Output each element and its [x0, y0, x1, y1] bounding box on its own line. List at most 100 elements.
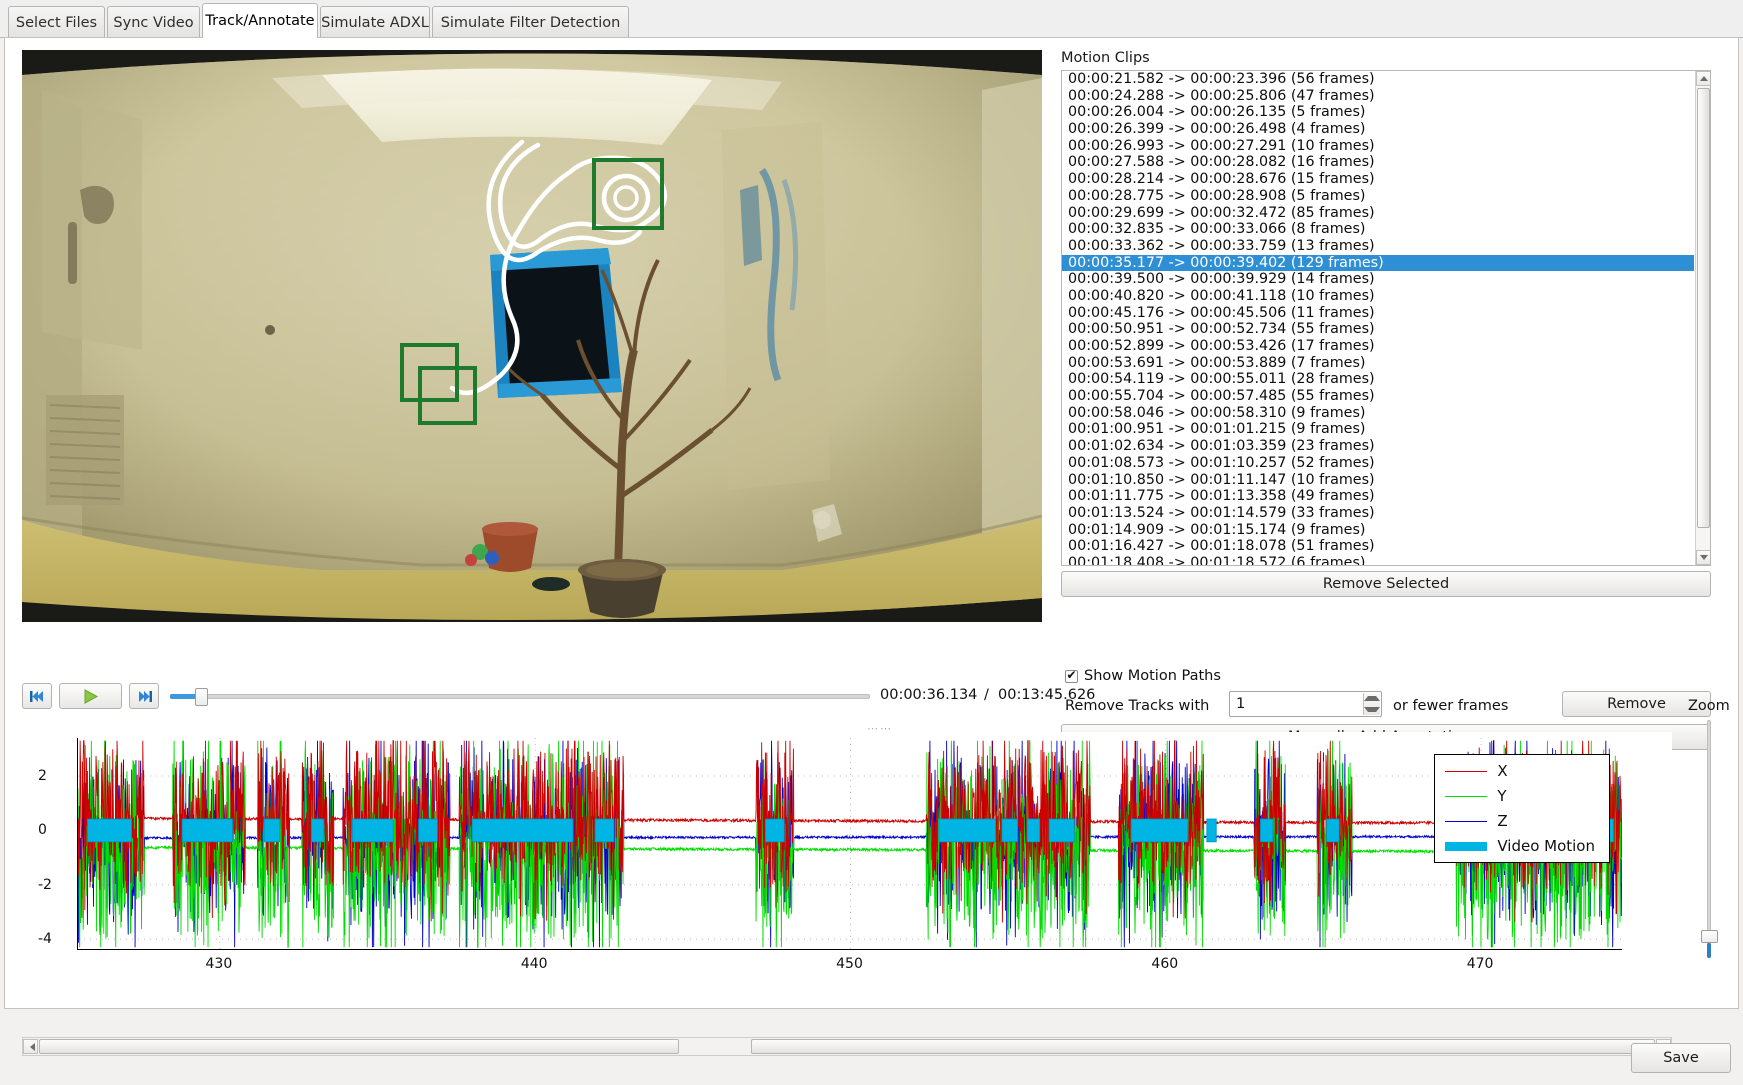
x-tick-label: 470	[1466, 956, 1494, 972]
motion-clip-item[interactable]: 00:01:16.427 -> 00:01:18.078 (51 frames)	[1062, 538, 1694, 555]
tab-simulate-adxl[interactable]: Simulate ADXL	[320, 6, 430, 38]
spinner-down-button[interactable]	[1364, 704, 1380, 715]
play-button[interactable]	[59, 683, 122, 709]
chevron-down-icon	[1364, 707, 1380, 712]
y-tick-mark	[77, 776, 78, 777]
acceleration-chart[interactable]: 2 0 -2 -4 430 440 450 460 470 X Y Z Vide…	[22, 732, 1672, 994]
motion-clip-item[interactable]: 00:00:26.993 -> 00:00:27.291 (10 frames)	[1062, 138, 1694, 155]
video-preview[interactable]	[22, 50, 1042, 622]
plot-area[interactable]	[77, 738, 1622, 950]
tab-label: Select Files	[15, 14, 98, 31]
motion-clip-item[interactable]: 00:01:10.850 -> 00:01:11.147 (10 frames)	[1062, 472, 1694, 489]
motion-clip-item[interactable]: 00:00:27.588 -> 00:00:28.082 (16 frames)	[1062, 154, 1694, 171]
motion-clip-item[interactable]: 00:00:32.835 -> 00:00:33.066 (8 frames)	[1062, 221, 1694, 238]
legend-item-z: Z	[1445, 812, 1595, 830]
motion-clip-item[interactable]: 00:00:29.699 -> 00:00:32.472 (85 frames)	[1062, 205, 1694, 222]
seek-bar-track[interactable]	[170, 694, 870, 699]
motion-clip-item[interactable]: 00:00:28.214 -> 00:00:28.676 (15 frames)	[1062, 171, 1694, 188]
motion-clip-item[interactable]: 00:00:58.046 -> 00:00:58.310 (9 frames)	[1062, 405, 1694, 422]
x-tick-label: 450	[836, 956, 863, 972]
button-label: Save	[1663, 1050, 1699, 1066]
video-frame	[22, 50, 1042, 622]
motion-clip-item[interactable]: 00:00:55.704 -> 00:00:57.485 (55 frames)	[1062, 388, 1694, 405]
x-tick-label: 430	[205, 956, 233, 972]
legend-label-y: Y	[1497, 787, 1507, 805]
save-button[interactable]: Save	[1631, 1043, 1731, 1073]
motion-clips-list[interactable]: 00:00:21.582 -> 00:00:23.396 (56 frames)…	[1061, 70, 1711, 566]
scroll-thumb[interactable]	[1697, 88, 1710, 528]
remove-selected-button[interactable]: Remove Selected	[1061, 571, 1711, 597]
zoom-label: Zoom	[1688, 698, 1730, 714]
motion-clip-item[interactable]: 00:00:35.177 -> 00:00:39.402 (129 frames…	[1062, 254, 1694, 272]
legend-item-video-motion: Video Motion	[1445, 837, 1595, 855]
frames-input[interactable]	[1230, 695, 1381, 713]
y-tick-mark	[77, 830, 78, 831]
tab-label: Simulate ADXL	[321, 14, 429, 31]
legend-swatch-y	[1445, 795, 1488, 797]
x-tick-mark	[1481, 949, 1482, 950]
skip-to-end-icon	[138, 690, 152, 702]
x-tick-mark	[535, 949, 536, 950]
motion-clip-item[interactable]: 00:01:14.909 -> 00:01:15.174 (9 frames)	[1062, 522, 1694, 539]
motion-clip-item[interactable]: 00:01:02.634 -> 00:01:03.359 (23 frames)	[1062, 438, 1694, 455]
motion-clip-item[interactable]: 00:01:13.524 -> 00:01:14.579 (33 frames)	[1062, 505, 1694, 522]
time-separator: /	[984, 687, 989, 703]
motion-clip-item[interactable]: 00:01:18.408 -> 00:01:18.572 (6 frames)	[1062, 555, 1694, 565]
y-tick-label: 0	[38, 822, 47, 839]
spinner-buttons[interactable]	[1363, 693, 1380, 715]
motion-clip-item[interactable]: 00:00:24.288 -> 00:00:25.806 (47 frames)	[1062, 88, 1694, 105]
motion-clip-item[interactable]: 00:00:28.775 -> 00:00:28.908 (5 frames)	[1062, 188, 1694, 205]
scroll-left-button[interactable]	[23, 1039, 38, 1054]
chevron-left-icon	[26, 1042, 35, 1051]
x-tick-label: 440	[520, 956, 548, 972]
h-scroll-thumb-right[interactable]	[751, 1039, 1655, 1054]
h-scroll-thumb-left[interactable]	[39, 1039, 679, 1054]
show-motion-paths-checkbox[interactable]	[1065, 668, 1078, 683]
spinner-up-button[interactable]	[1364, 693, 1380, 704]
button-label: Remove Selected	[1322, 576, 1450, 592]
motion-clip-item[interactable]: 00:00:52.899 -> 00:00:53.426 (17 frames)	[1062, 338, 1694, 355]
x-tick-label: 460	[1151, 956, 1179, 972]
or-fewer-frames-label: or fewer frames	[1393, 698, 1509, 714]
current-time-label: 00:00:36.134	[880, 687, 978, 703]
motion-clip-item[interactable]: 00:01:08.573 -> 00:01:10.257 (52 frames)	[1062, 455, 1694, 472]
tab-label: Sync Video	[113, 14, 194, 31]
tab-select-files[interactable]: Select Files	[8, 6, 105, 38]
tab-simulate-filter-detection[interactable]: Simulate Filter Detection	[432, 6, 629, 38]
tab-label: Simulate Filter Detection	[440, 14, 621, 31]
legend-swatch-video-motion	[1445, 841, 1488, 851]
motion-clip-item[interactable]: 00:00:45.176 -> 00:00:45.506 (11 frames)	[1062, 305, 1694, 322]
motion-clip-item[interactable]: 00:00:39.500 -> 00:00:39.929 (14 frames)	[1062, 271, 1694, 288]
y-tick-label: -2	[38, 876, 52, 893]
motion-clip-item[interactable]: 00:01:11.775 -> 00:01:13.358 (49 frames)	[1062, 488, 1694, 505]
scroll-down-button[interactable]	[1696, 550, 1710, 565]
zoom-slider-handle[interactable]	[1701, 930, 1718, 943]
chart-legend: X Y Z Video Motion	[1434, 754, 1610, 863]
motion-clip-item[interactable]: 00:00:26.004 -> 00:00:26.135 (5 frames)	[1062, 104, 1694, 121]
scroll-up-button[interactable]	[1696, 71, 1710, 86]
motion-clips-rows: 00:00:21.582 -> 00:00:23.396 (56 frames)…	[1062, 71, 1694, 565]
button-label: Remove	[1607, 696, 1666, 712]
motion-clip-item[interactable]: 00:01:00.951 -> 00:01:01.215 (9 frames)	[1062, 421, 1694, 438]
motion-clip-item[interactable]: 00:00:50.951 -> 00:00:52.734 (55 frames)	[1062, 321, 1694, 338]
tab-sync-video[interactable]: Sync Video	[107, 6, 200, 38]
x-tick-mark	[220, 949, 221, 950]
motion-clip-item[interactable]: 00:00:26.399 -> 00:00:26.498 (4 frames)	[1062, 121, 1694, 138]
rewind-button[interactable]	[22, 683, 52, 709]
remove-tracks-label: Remove Tracks with	[1065, 698, 1210, 714]
tab-track-annotate[interactable]: Track/Annotate	[202, 3, 318, 38]
motion-clip-item[interactable]: 00:00:53.691 -> 00:00:53.889 (7 frames)	[1062, 355, 1694, 372]
chevron-up-icon	[1699, 76, 1708, 81]
zoom-slider-track[interactable]	[1707, 720, 1711, 958]
motion-clip-item[interactable]: 00:00:40.820 -> 00:00:41.118 (10 frames)	[1062, 288, 1694, 305]
show-motion-paths-row[interactable]: Show Motion Paths	[1065, 668, 1221, 684]
chart-horizontal-scrollbar[interactable]	[22, 1037, 1672, 1056]
forward-button[interactable]	[129, 683, 159, 709]
motion-clip-item[interactable]: 00:00:33.362 -> 00:00:33.759 (13 frames)	[1062, 238, 1694, 255]
y-tick-label: 2	[38, 768, 47, 785]
motion-clip-item[interactable]: 00:00:21.582 -> 00:00:23.396 (56 frames)	[1062, 71, 1694, 88]
seek-bar-handle[interactable]	[195, 688, 208, 706]
motion-clips-scrollbar[interactable]	[1695, 71, 1710, 565]
motion-clip-item[interactable]: 00:00:54.119 -> 00:00:55.011 (28 frames)	[1062, 371, 1694, 388]
frames-spinner[interactable]	[1229, 691, 1382, 717]
